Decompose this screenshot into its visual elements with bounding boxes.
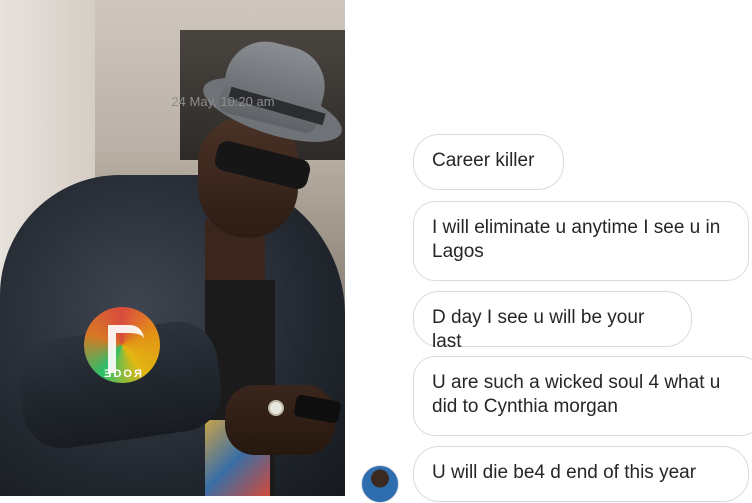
message-bubble[interactable]: I will eliminate u anytime I see u in La… <box>413 201 749 281</box>
message-bubble[interactable]: U will die be4 d end of this year <box>413 446 749 502</box>
message-bubble[interactable]: U are such a wicked soul 4 what u did to… <box>413 356 752 436</box>
watermark-text: ƎDOЯ <box>104 368 144 380</box>
message-bubble[interactable]: Career killer <box>413 134 564 190</box>
message-timestamp: 24 May, 10:20 am <box>171 94 275 109</box>
message-bubble[interactable]: D day I see u will be your last <box>413 291 692 352</box>
watermark-logo-letter <box>108 325 144 373</box>
ring <box>268 400 284 416</box>
photo-panel: ƎDOЯ <box>0 0 345 496</box>
sender-avatar[interactable] <box>361 465 399 503</box>
